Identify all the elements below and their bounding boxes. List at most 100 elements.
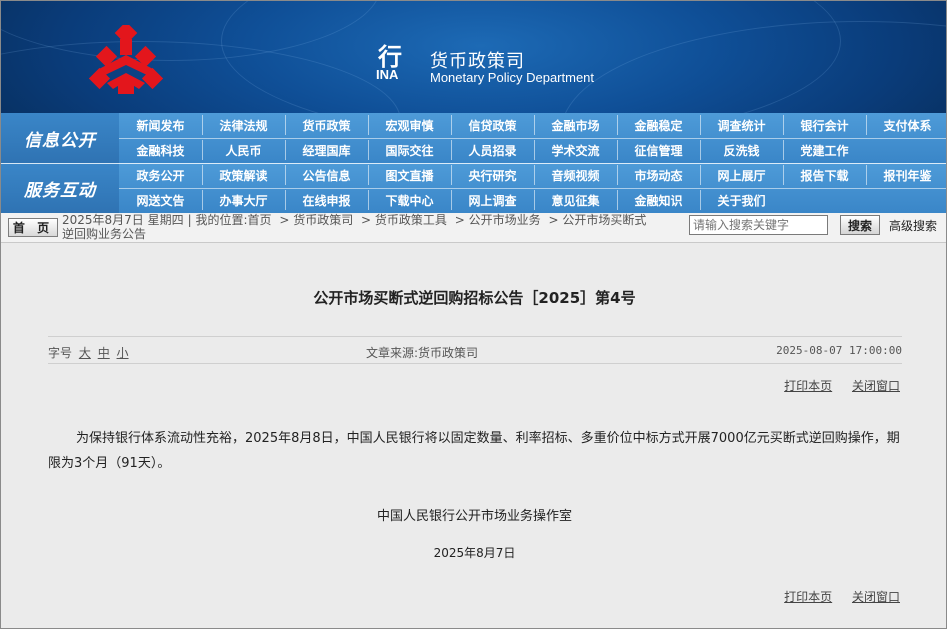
article-tools-bottom: 打印本页 关闭窗口 bbox=[768, 588, 900, 605]
department-title-en: Monetary Policy Department bbox=[430, 70, 595, 85]
nav-item[interactable]: 报告下载 bbox=[783, 163, 866, 188]
nav-divider bbox=[202, 115, 203, 135]
nav-item[interactable]: 在线申报 bbox=[285, 188, 368, 213]
nav-item[interactable]: 政务公开 bbox=[119, 163, 202, 188]
nav-item[interactable]: 银行会计 bbox=[783, 113, 866, 138]
nav-divider bbox=[617, 115, 618, 135]
nav-divider bbox=[617, 140, 618, 160]
nav-item[interactable]: 经理国库 bbox=[285, 138, 368, 163]
search-input[interactable] bbox=[689, 215, 828, 235]
print-link[interactable]: 打印本页 bbox=[784, 379, 832, 393]
nav-item[interactable]: 央行研究 bbox=[451, 163, 534, 188]
nav-item[interactable]: 金融科技 bbox=[119, 138, 202, 163]
font-size-small[interactable]: 小 bbox=[117, 346, 129, 360]
nav-item[interactable]: 关于我们 bbox=[700, 188, 783, 213]
nav-divider bbox=[285, 190, 286, 210]
nav-divider bbox=[368, 115, 369, 135]
nav-divider bbox=[617, 190, 618, 210]
nav-item[interactable]: 新闻发布 bbox=[119, 113, 202, 138]
article-meta-bar: 字号 大 中 小 文章来源:货币政策司 2025-08-07 17:00:00 bbox=[48, 336, 902, 364]
nav-divider bbox=[451, 115, 452, 135]
nav-item[interactable]: 网上调查 bbox=[451, 188, 534, 213]
nav-item[interactable]: 法律法规 bbox=[202, 113, 285, 138]
breadcrumb: 2025年8月7日 星期四 | 我的位置:首页 > 货币政策司 > 货币政策工具 … bbox=[62, 213, 647, 241]
nav-divider bbox=[534, 115, 535, 135]
nav-item[interactable]: 党建工作 bbox=[783, 138, 866, 163]
article-tools-top: 打印本页 关闭窗口 bbox=[768, 377, 900, 394]
nav-item[interactable]: 调查统计 bbox=[700, 113, 783, 138]
article-datetime: 2025-08-07 17:00:00 bbox=[776, 344, 902, 357]
home-button[interactable]: 首 页 bbox=[8, 218, 58, 237]
article-signer: 中国人民银行公开市场业务操作室 bbox=[376, 509, 572, 524]
main-navigation: 信息公开 服务互动 新闻发布 法律法规 货币政策 宏观审慎 信贷政策 金融市场 金融稳定 调查… bbox=[1, 113, 946, 213]
nav-divider bbox=[534, 140, 535, 160]
nav-divider bbox=[285, 115, 286, 135]
font-size-label: 字号 bbox=[48, 346, 73, 360]
breadcrumb-item[interactable]: 公开市场业务 bbox=[469, 213, 541, 227]
nav-item[interactable]: 市场动态 bbox=[617, 163, 700, 188]
font-size-large[interactable]: 大 bbox=[79, 346, 91, 360]
article-sign-date: 2025年8月7日 bbox=[433, 546, 516, 560]
nav-item[interactable]: 网上展厅 bbox=[700, 163, 783, 188]
header-banner: 行 INA 货币政策司 Monetary Policy Department bbox=[1, 1, 946, 113]
nav-divider bbox=[451, 165, 452, 185]
nav-item[interactable]: 网送文告 bbox=[119, 188, 202, 213]
nav-item[interactable]: 公告信息 bbox=[285, 163, 368, 188]
article-title: 公开市场买断式逆回购招标公告［2025］第4号 bbox=[313, 289, 636, 307]
article-source: 文章来源:货币政策司 bbox=[366, 346, 479, 360]
nav-item[interactable]: 办事大厅 bbox=[202, 188, 285, 213]
nav-item[interactable]: 意见征集 bbox=[534, 188, 617, 213]
breadcrumb-location[interactable]: 我的位置:首页 bbox=[195, 213, 271, 227]
nav-item[interactable]: 学术交流 bbox=[534, 138, 617, 163]
breadcrumb-item[interactable]: 货币政策司 bbox=[293, 213, 353, 227]
nav-section-info[interactable]: 信息公开 bbox=[1, 113, 119, 163]
nav-item[interactable]: 人员招录 bbox=[451, 138, 534, 163]
seal-emblem: 行 INA bbox=[374, 37, 414, 85]
nav-divider bbox=[534, 190, 535, 210]
article-body: 为保持银行体系流动性充裕，2025年8月8日，中国人民银行将以固定数量、利率招标… bbox=[48, 431, 900, 471]
nav-section-service[interactable]: 服务互动 bbox=[1, 163, 119, 213]
close-window-link[interactable]: 关闭窗口 bbox=[852, 379, 900, 393]
nav-item[interactable]: 下载中心 bbox=[368, 188, 451, 213]
nav-item[interactable]: 反洗钱 bbox=[700, 138, 783, 163]
font-size-selector: 字号 大 中 小 bbox=[48, 344, 129, 361]
nav-divider bbox=[285, 165, 286, 185]
close-window-link[interactable]: 关闭窗口 bbox=[852, 590, 900, 604]
nav-divider bbox=[700, 140, 701, 160]
nav-item[interactable]: 音频视频 bbox=[534, 163, 617, 188]
nav-item[interactable]: 金融市场 bbox=[534, 113, 617, 138]
nav-divider bbox=[451, 190, 452, 210]
advanced-search-link[interactable]: 高级搜索 bbox=[889, 217, 937, 234]
nav-item[interactable]: 宏观审慎 bbox=[368, 113, 451, 138]
nav-item[interactable]: 金融知识 bbox=[617, 188, 700, 213]
nav-divider bbox=[368, 140, 369, 160]
nav-item[interactable]: 图文直播 bbox=[368, 163, 451, 188]
nav-item[interactable]: 报刊年鉴 bbox=[866, 163, 946, 188]
nav-item[interactable]: 人民币 bbox=[202, 138, 285, 163]
nav-divider bbox=[451, 140, 452, 160]
nav-divider bbox=[202, 190, 203, 210]
search-button[interactable]: 搜索 bbox=[840, 215, 880, 235]
nav-item[interactable]: 征信管理 bbox=[617, 138, 700, 163]
nav-item[interactable]: 政策解读 bbox=[202, 163, 285, 188]
nav-item[interactable]: 货币政策 bbox=[285, 113, 368, 138]
nav-divider bbox=[783, 140, 784, 160]
seal-text: INA bbox=[376, 67, 399, 82]
nav-item[interactable]: 信贷政策 bbox=[451, 113, 534, 138]
nav-divider bbox=[700, 165, 701, 185]
print-link[interactable]: 打印本页 bbox=[784, 590, 832, 604]
nav-divider bbox=[534, 165, 535, 185]
nav-divider bbox=[700, 115, 701, 135]
font-size-medium[interactable]: 中 bbox=[98, 346, 110, 360]
nav-item[interactable]: 金融稳定 bbox=[617, 113, 700, 138]
nav-divider bbox=[783, 115, 784, 135]
nav-divider bbox=[866, 115, 867, 135]
nav-item[interactable]: 国际交往 bbox=[368, 138, 451, 163]
breadcrumb-item[interactable]: 公开市场买断式 bbox=[562, 213, 646, 227]
breadcrumb-item[interactable]: 货币政策工具 bbox=[375, 213, 447, 227]
browser-frame: 行 INA 货币政策司 Monetary Policy Department 信… bbox=[0, 0, 947, 629]
nav-item[interactable]: 支付体系 bbox=[866, 113, 946, 138]
breadcrumb-item-tail[interactable]: 逆回购业务公告 bbox=[62, 227, 146, 241]
pboc-logo-icon[interactable] bbox=[89, 25, 163, 95]
nav-divider bbox=[285, 140, 286, 160]
